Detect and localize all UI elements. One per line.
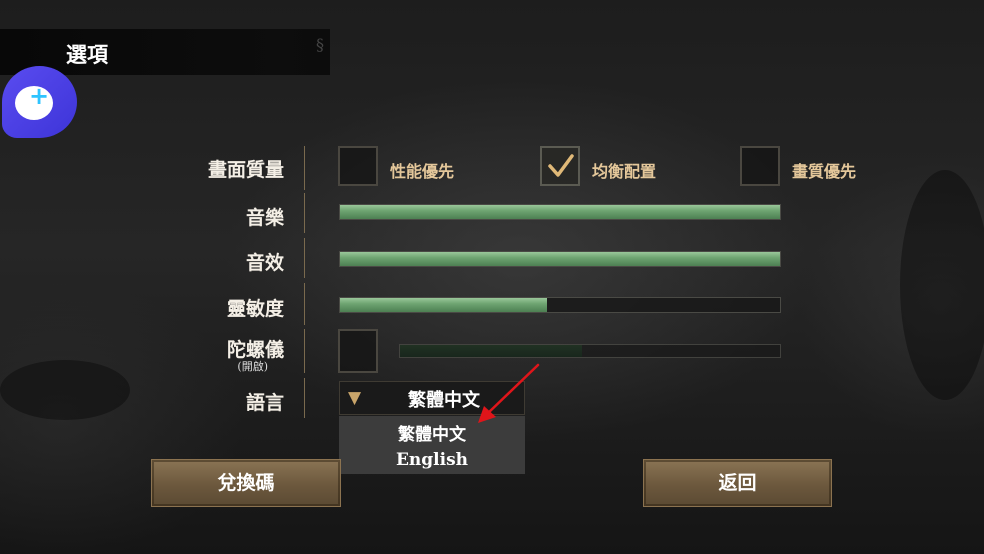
gyro-slider-fill [400, 345, 583, 357]
row-divider [304, 378, 305, 418]
title-ornament: § [316, 35, 324, 54]
page-title: 選項 [66, 42, 108, 67]
gyro-slider [399, 344, 781, 358]
music-slider[interactable] [339, 204, 781, 220]
row-divider [304, 329, 305, 373]
language-label: 語言 [245, 392, 284, 414]
sfx-label: 音效 [245, 252, 284, 274]
row-divider [304, 283, 305, 325]
annotation-arrow-icon [478, 363, 540, 423]
redeem-code-button[interactable]: 兌換碼 [151, 459, 341, 507]
back-button[interactable]: 返回 [643, 459, 832, 507]
background-rock [0, 360, 130, 420]
sfx-slider[interactable] [339, 251, 781, 267]
plus-icon: + [29, 82, 50, 110]
balanced-label: 均衡配置 [592, 162, 657, 181]
row-divider [304, 238, 305, 278]
checkmark-icon [548, 154, 574, 177]
sensitivity-label: 靈敏度 [226, 298, 284, 320]
row-divider [304, 146, 305, 190]
gyro-toggle-checkbox[interactable] [338, 329, 378, 373]
logo-face-icon: + [15, 82, 53, 120]
balanced-checkbox[interactable] [540, 146, 580, 186]
gyro-sublabel: (開啟) [237, 360, 268, 373]
quality-priority-checkbox[interactable] [740, 146, 780, 186]
sensitivity-slider-fill [340, 298, 547, 312]
sensitivity-slider[interactable] [339, 297, 781, 313]
performance-priority-checkbox[interactable] [338, 146, 378, 186]
dropdown-arrow-icon: ▼ [348, 388, 362, 408]
music-label: 音樂 [245, 207, 284, 229]
language-option-english[interactable]: English [339, 450, 525, 470]
row-divider [304, 193, 305, 233]
sfx-slider-fill [340, 252, 780, 266]
overlay-app-logo[interactable]: + [2, 66, 77, 138]
background-rock [900, 170, 984, 400]
music-slider-fill [340, 205, 780, 219]
quality-label: 畫面質量 [207, 159, 284, 181]
quality-priority-label: 畫質優先 [792, 162, 857, 181]
performance-priority-label: 性能優先 [390, 162, 455, 181]
